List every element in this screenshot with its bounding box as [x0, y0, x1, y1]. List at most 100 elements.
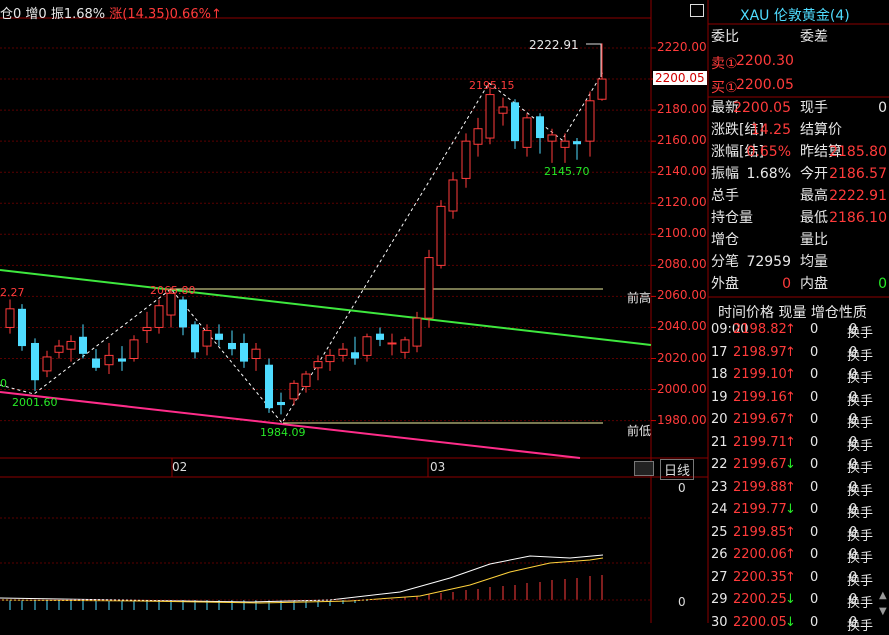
candle-body-up [251, 348, 261, 359]
candle-body-up [362, 336, 372, 356]
candle-body-up [461, 140, 471, 179]
candle-body-down [228, 342, 236, 350]
trade-price: 2200.25 [733, 592, 787, 607]
trade-time: 27 [711, 569, 728, 585]
trade-row[interactable]: 23 2199.88 ↑ 0 0 换手 [709, 480, 887, 500]
candle-body-down [92, 358, 100, 368]
candle-body-up [289, 382, 299, 400]
trade-direction-icon: ↑ [785, 389, 796, 405]
price-tick-label: 2220.00 [657, 40, 707, 54]
quote-label-left: 外盘 [711, 276, 739, 292]
trade-row[interactable]: 18 2199.10 ↑ 0 0 换手 [709, 367, 887, 387]
trade-nature: 换手 [847, 551, 874, 566]
quote-row: 振幅 1.68% 今开 2186.57 [711, 166, 887, 186]
price-tick-label: 2080.00 [657, 257, 707, 272]
candle-body-down [240, 342, 248, 362]
candle-body-up [473, 128, 483, 145]
quote-label-right: 结算价 [800, 122, 842, 138]
x-tick-mar: 03 [430, 460, 446, 474]
buy1-price: 2200.05 [736, 77, 794, 93]
trade-nature: 换手 [847, 506, 874, 521]
quote-label-right: 今开 [800, 166, 828, 182]
sell1-price: 2200.30 [736, 53, 794, 69]
trade-row[interactable]: 30 2200.05 ↓ 0 0 换手 [709, 615, 887, 635]
scroll-down-icon[interactable]: ▼ [879, 606, 887, 617]
trade-price: 2199.67 [733, 457, 787, 472]
trade-time: 17 [711, 344, 728, 360]
candle-body-up [142, 326, 152, 332]
candle-body-down [31, 342, 39, 381]
quote-value-left: 2200.05 [733, 100, 791, 116]
trade-volume: 0 [810, 434, 819, 450]
trade-price: 2199.88 [733, 479, 787, 495]
candle-body-down [179, 299, 187, 328]
price-tick-label: 2160.00 [657, 133, 707, 148]
price-tick-label: 2000.00 [657, 381, 707, 396]
trade-volume: 0 [810, 479, 819, 495]
window-toggle-icon[interactable] [690, 4, 704, 17]
trade-volume: 0 [810, 524, 819, 540]
scroll-up-icon[interactable]: ▲ [879, 590, 887, 601]
trade-row[interactable]: 19 2199.16 ↑ 0 0 换手 [709, 390, 887, 410]
scroll-button[interactable] [634, 461, 654, 476]
candle-body-up [154, 305, 164, 328]
trade-row[interactable]: 22 2199.67 ↓ 0 0 换手 [709, 457, 887, 477]
trade-row[interactable]: 21 2199.71 ↑ 0 0 换手 [709, 435, 887, 455]
quote-value-left: 0.65% [746, 144, 791, 160]
candle-body-down [573, 141, 581, 145]
quote-value-left: 14.25 [750, 122, 791, 138]
trade-price: 2198.82 [733, 322, 787, 337]
sell1-label: 卖① [711, 56, 738, 72]
quote-value-right: 0 [878, 276, 887, 292]
quote-value-right: 2186.57 [829, 166, 887, 182]
trade-row[interactable]: 27 2200.35 ↑ 0 0 换手 [709, 570, 887, 590]
quote-label-left: 增仓 [711, 232, 739, 248]
candle-body-up [585, 100, 595, 142]
high-marker [586, 43, 602, 77]
quote-row: 持仓量 最低 2186.10 [711, 210, 887, 230]
candle-body-down [79, 336, 87, 354]
quote-label-left: 持仓量 [711, 210, 753, 226]
trade-row[interactable]: 20 2199.67 ↑ 0 0 换手 [709, 412, 887, 432]
trade-direction-icon: ↓ [785, 502, 796, 517]
trade-row[interactable]: 25 2199.85 ↑ 0 0 换手 [709, 525, 887, 545]
trade-row[interactable]: 26 2200.06 ↑ 0 0 换手 [709, 547, 887, 567]
trade-time: 18 [711, 367, 728, 382]
trade-price: 2199.16 [733, 389, 787, 405]
quote-row: 涨跌[结] 14.25 结算价 [711, 122, 887, 142]
quote-row: 分笔 72959 均量 [711, 254, 887, 274]
candle-body-up [104, 354, 114, 366]
trade-header-oi: 增仓 [810, 305, 839, 321]
trade-nature: 换手 [847, 573, 874, 589]
trade-row[interactable]: 24 2199.77 ↓ 0 0 换手 [709, 502, 887, 522]
quote-label-left: 总手 [711, 188, 739, 204]
candle-body-down [376, 333, 384, 340]
trade-direction-icon: ↑ [785, 524, 796, 540]
quote-label-right: 现手 [800, 100, 828, 116]
trade-time: 19 [711, 389, 728, 405]
candle-body-down [265, 364, 273, 409]
trade-price: 2199.77 [733, 502, 787, 517]
candle-body-down [351, 352, 359, 359]
candle-body-up [522, 117, 532, 148]
trade-row[interactable]: 09:00 2198.82 ↑ 0 0 换手 [709, 322, 887, 342]
current-price-tag: 2200.05 [653, 71, 707, 85]
candle-body-up [313, 361, 323, 369]
trade-header: 时间价格 现量 增仓性质 [718, 302, 867, 322]
trade-row[interactable]: 29 2200.25 ↓ 0 0 换手 [709, 592, 887, 612]
trade-time: 23 [711, 479, 728, 495]
trade-time: 29 [711, 592, 728, 607]
green-trend-line [0, 269, 652, 346]
quote-row: 最新 2200.05 现手 0 [711, 100, 887, 120]
candle-body-up [42, 356, 52, 372]
daily-period-button[interactable]: 日线 [660, 459, 695, 480]
trade-nature: 换手 [847, 371, 874, 386]
annotation-left-zero: 0 [0, 377, 7, 390]
trade-row[interactable]: 17 2198.97 ↑ 0 0 换手 [709, 345, 887, 365]
price-tick-label: 2020.00 [657, 350, 707, 365]
quote-label-right: 最低 [800, 210, 828, 226]
quote-value-right: 0 [878, 100, 887, 116]
trade-direction-icon: ↓ [785, 592, 796, 607]
trade-direction-icon: ↑ [785, 434, 796, 450]
quote-label-left: 振幅 [711, 166, 739, 182]
